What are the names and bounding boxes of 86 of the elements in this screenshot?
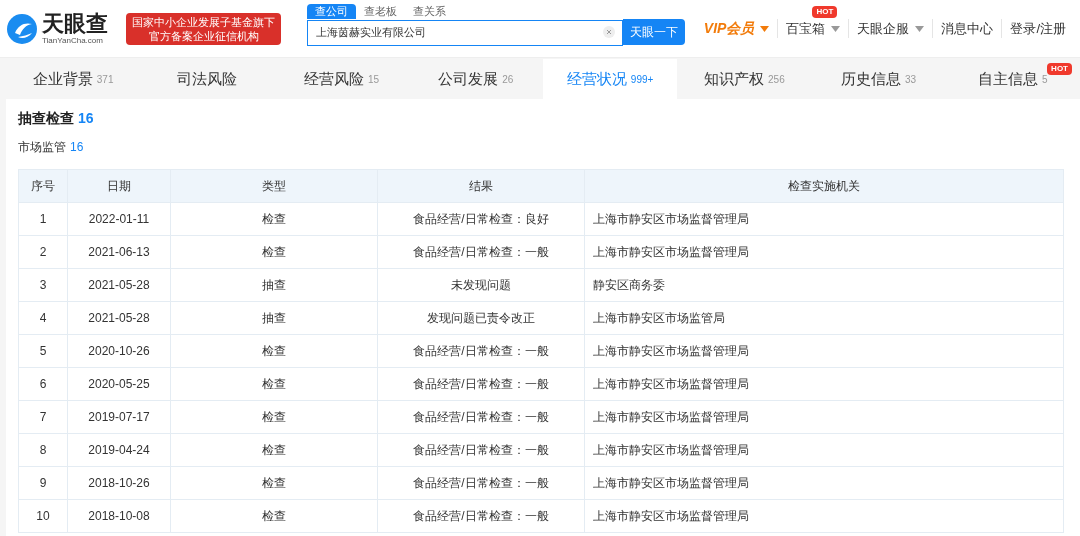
table-cell: 检查 <box>170 434 377 466</box>
search-button[interactable]: 天眼一下 <box>623 19 685 45</box>
table-cell-text: 6 <box>38 376 48 393</box>
table-cell: 上海市静安区市场监督管理局 <box>584 434 1063 466</box>
table-cell: 食品经营/日常检查：一般 <box>377 500 584 532</box>
nav-link[interactable]: 消息中心 <box>941 18 994 39</box>
table-cell: 食品经营/日常检查：一般 <box>377 236 584 268</box>
table-cell-text: 7 <box>38 409 48 426</box>
section-tab[interactable]: 公司发展 26 <box>408 59 543 99</box>
section-count: 16 <box>78 108 94 128</box>
table-cell: 2020-05-25 <box>67 368 170 400</box>
banner-text: 官方备案企业征信机构 <box>148 28 259 43</box>
table-cell: 抽查 <box>170 269 377 301</box>
nav-link[interactable]: 百宝箱 <box>786 18 841 39</box>
search-tab[interactable]: 查公司 <box>307 4 356 19</box>
table-cell-text: 1 <box>38 211 48 228</box>
table-cell: 食品经营/日常检查：一般 <box>377 401 584 433</box>
table-cell: 2020-10-26 <box>67 335 170 367</box>
clear-icon[interactable] <box>603 26 615 38</box>
search-tab[interactable]: 查老板 <box>356 4 405 19</box>
table-cell: 食品经营/日常检查：一般 <box>377 434 584 466</box>
caret-icon <box>760 25 770 32</box>
table-cell: 2021-06-13 <box>67 236 170 268</box>
section-tab[interactable]: 历史信息 33 <box>811 59 946 99</box>
table-cell: 2021-05-28 <box>67 269 170 301</box>
table-cell: 食品经营/日常检查：一般 <box>377 335 584 367</box>
nav-link[interactable]: 天眼企服 <box>857 18 925 39</box>
table-cell: 2021-05-28 <box>67 302 170 334</box>
logo-text: 天眼查 <box>42 12 108 35</box>
table-cell: 2019-07-17 <box>67 401 170 433</box>
table-cell: 检查 <box>170 335 377 367</box>
table-cell: 2019-04-24 <box>67 434 170 466</box>
section-tab[interactable]: 知识产权 256 <box>677 59 812 99</box>
caret-icon <box>915 25 925 32</box>
table-cell: 抽查 <box>170 302 377 334</box>
table-cell: 未发现问题 <box>377 269 584 301</box>
table-cell-text: 5 <box>38 343 48 360</box>
section-tab[interactable]: 自主信息 5 HOT <box>945 59 1080 99</box>
nav-link[interactable]: 登录/注册 <box>1010 18 1066 39</box>
table-cell: 上海市静安区市场监督管理局 <box>584 203 1063 235</box>
search-tab[interactable]: 查关系 <box>405 4 454 19</box>
table-cell-text: 8 <box>38 442 48 459</box>
table-cell: 静安区商务委 <box>584 269 1063 301</box>
table-cell: 食品经营/日常检查：良好 <box>377 203 584 235</box>
table-cell: 食品经营/日常检查：一般 <box>377 368 584 400</box>
section-tab[interactable]: 经营风险 15 <box>274 59 409 99</box>
table-cell-text: 2 <box>38 244 48 261</box>
section-title: 抽查检查 <box>18 108 74 128</box>
subsection-title: 市场监管 <box>18 139 66 156</box>
table-cell: 上海市静安区市场监督管理局 <box>584 467 1063 499</box>
table-cell: 2022-01-11 <box>67 203 170 235</box>
search-field[interactable]: 上海茵赫实业有限公司 <box>307 19 623 46</box>
subsection-count: 16 <box>70 139 84 156</box>
table-cell: 检查 <box>170 467 377 499</box>
logo-domain: TianYanCha.com <box>42 36 104 45</box>
caret-icon <box>831 25 841 32</box>
table-cell-text: 3 <box>38 277 48 294</box>
table-cell: 2018-10-26 <box>67 467 170 499</box>
table-cell: 上海市静安区市场监督管理局 <box>584 401 1063 433</box>
table-cell: 检查 <box>170 236 377 268</box>
section-tab[interactable]: 企业背景 371 <box>6 59 141 99</box>
table-cell: 2018-10-08 <box>67 500 170 532</box>
table-cell-text: 9 <box>38 475 48 492</box>
table-cell: 检查 <box>170 401 377 433</box>
table-cell: 上海市静安区市场监督管理局 <box>584 368 1063 400</box>
table-cell: 上海市静安区市场监督管理局 <box>584 500 1063 532</box>
table-cell: 检查 <box>170 500 377 532</box>
section-tab[interactable]: 司法风险 <box>140 59 275 99</box>
eye-logo-icon <box>6 12 38 45</box>
table-cell: 检查 <box>170 203 377 235</box>
hot-badge: HOT <box>812 5 838 18</box>
table-cell-text: 4 <box>38 310 48 327</box>
table-cell-text: 10 <box>35 508 51 525</box>
table-cell: 检查 <box>170 368 377 400</box>
table-cell: 食品经营/日常检查：一般 <box>377 467 584 499</box>
table-cell: 上海市静安区市场监管局 <box>584 302 1063 334</box>
table-cell: 发现问题已责令改正 <box>377 302 584 334</box>
column-header: 序号 <box>30 178 56 195</box>
column-header: 结果 <box>377 170 584 202</box>
table-cell: 上海市静安区市场监督管理局 <box>584 335 1063 367</box>
column-header: 类型 <box>170 170 377 202</box>
hot-badge: HOT <box>1047 63 1072 75</box>
banner-text: 国家中小企业发展子基金旗下 <box>132 14 275 29</box>
column-header: 日期 <box>67 170 170 202</box>
table-cell: 上海市静安区市场监督管理局 <box>584 236 1063 268</box>
column-header: 检查实施机关 <box>584 170 1063 202</box>
